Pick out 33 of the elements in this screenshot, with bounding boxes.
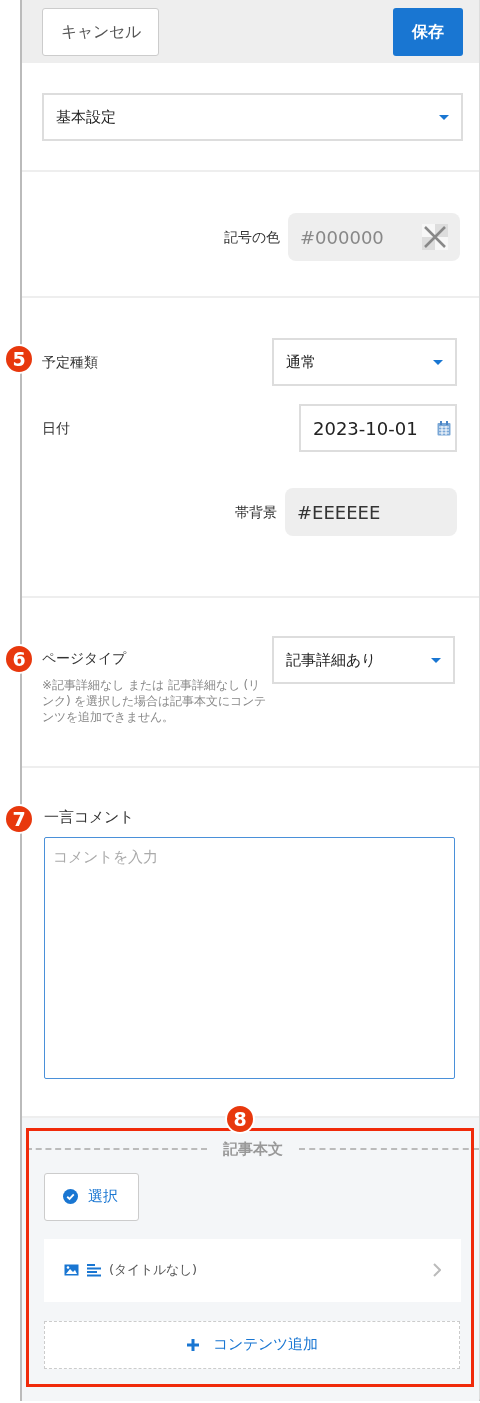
step-badge: 7 bbox=[4, 804, 34, 834]
caret-icon bbox=[431, 657, 441, 663]
calendar-icon[interactable] bbox=[437, 420, 451, 436]
caret-icon bbox=[439, 114, 449, 120]
content-item[interactable]: (タイトルなし) bbox=[44, 1238, 461, 1302]
comment-field[interactable]: コメントを入力 bbox=[44, 836, 455, 1079]
clear-icon[interactable] bbox=[422, 224, 448, 250]
step-badge: 5 bbox=[4, 344, 34, 374]
field-label: 予定種類 bbox=[42, 352, 98, 372]
date-field[interactable]: 2023-10-01 bbox=[299, 404, 457, 452]
field-label: 帯背景 bbox=[235, 502, 277, 522]
text-lines-icon bbox=[87, 1263, 101, 1277]
cancel-button[interactable]: キャンセル bbox=[42, 7, 159, 56]
chevron-right-icon bbox=[433, 1263, 441, 1277]
page-type-select[interactable]: 記事詳細あり bbox=[272, 636, 455, 684]
plus-icon bbox=[186, 1338, 199, 1351]
step-badge: 6 bbox=[4, 644, 34, 674]
note-text: ※記事詳細なし または 記事詳細なし (リンク) を選択した場合は記事本文にコンテンツを追加できません。 bbox=[42, 677, 268, 726]
field-label: 一言コメント bbox=[44, 807, 135, 828]
field-label: 日付 bbox=[42, 418, 70, 438]
select-button[interactable]: 選択 bbox=[44, 1172, 139, 1221]
image-icon bbox=[64, 1264, 79, 1276]
settings-select[interactable]: 基本設定 bbox=[42, 93, 463, 141]
section-title: 記事本文 bbox=[222, 1139, 283, 1160]
check-circle-icon bbox=[63, 1189, 78, 1204]
add-content-button[interactable]: コンテンツ追加 bbox=[44, 1320, 460, 1369]
color-field[interactable]: #EEEEEE bbox=[285, 488, 457, 536]
step-badge: 8 bbox=[225, 1104, 255, 1134]
field-label: ページタイプ bbox=[42, 649, 128, 668]
caret-icon bbox=[433, 359, 443, 365]
type-select[interactable]: 通常 bbox=[272, 338, 457, 386]
save-button[interactable]: 保存 bbox=[393, 7, 463, 56]
field-label: 記号の色 bbox=[224, 227, 280, 247]
